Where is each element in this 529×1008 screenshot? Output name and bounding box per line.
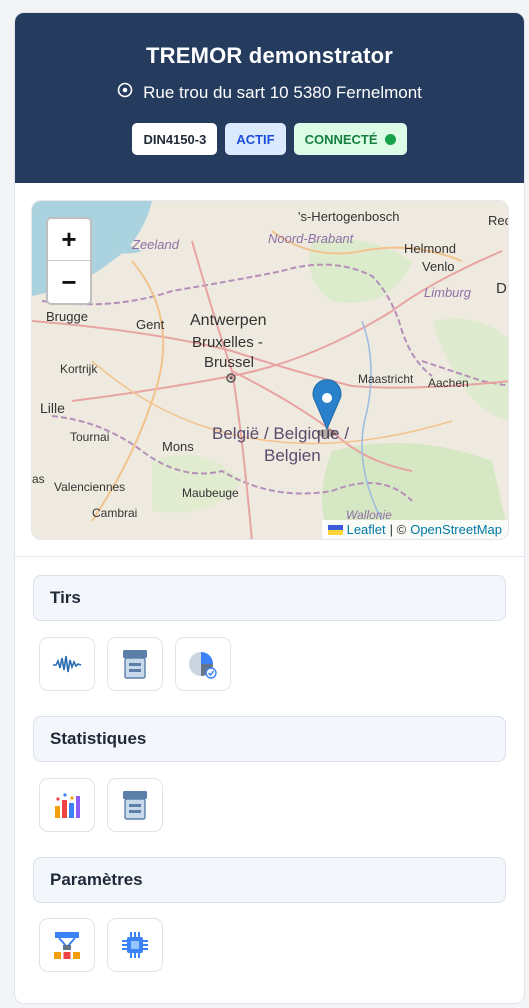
waveform-icon (53, 655, 82, 673)
archive-button[interactable] (107, 637, 163, 691)
active-badge: ACTIF (225, 123, 286, 155)
map-label: 's-Hertogenbosch (298, 209, 399, 224)
attribution-separator: | © (389, 522, 407, 537)
norm-badge: DIN4150-3 (132, 123, 218, 155)
map-label: Helmond (404, 241, 456, 256)
map-canvas[interactable]: 's-Hertogenbosch Rec Zeeland Noord-Braba… (32, 201, 509, 540)
map-label: D (496, 280, 507, 297)
map-label: Cambrai (92, 506, 137, 520)
chip-button[interactable] (107, 918, 163, 972)
map-label: Gent (136, 317, 165, 332)
map-label: Brussel (204, 354, 254, 371)
map-label: Antwerpen (190, 312, 267, 329)
device-address: Rue trou du sart 10 5380 Fernelmont (15, 82, 524, 103)
device-card: TREMOR demonstrator Rue trou du sart 10 … (14, 12, 525, 1004)
map-label: Limburg (424, 285, 472, 300)
location-pin-icon (117, 82, 133, 103)
archive-icon (123, 650, 147, 679)
zoom-out-button[interactable]: − (48, 261, 90, 303)
section-header-statistiques: Statistiques (33, 716, 506, 762)
map-label: Valenciennes (54, 480, 125, 494)
map-label: Lille (40, 400, 65, 416)
leaflet-link[interactable]: Leaflet (347, 522, 386, 537)
map-label: Belgien (264, 446, 321, 465)
map-attribution: Leaflet | © OpenStreetMap (321, 520, 508, 539)
tirs-actions (39, 637, 231, 691)
parametres-actions (39, 918, 163, 972)
hierarchy-icon (54, 932, 80, 959)
map-label: Venlo (422, 259, 455, 274)
pie-chart-icon (189, 652, 217, 679)
bar-chart-button[interactable] (39, 778, 95, 832)
map-label: Rec (488, 213, 509, 228)
map-label: Mons (162, 439, 194, 454)
map-label: as (32, 472, 45, 486)
address-text: Rue trou du sart 10 5380 Fernelmont (143, 82, 422, 102)
status-badges: DIN4150-3 ACTIF CONNECTÉ (15, 123, 524, 155)
bar-chart-icon (55, 793, 80, 818)
map-label: Bruxelles - (192, 334, 263, 351)
device-title: TREMOR demonstrator (145, 43, 394, 68)
zoom-control: + − (46, 217, 92, 305)
map-label: Aachen (428, 376, 469, 390)
archive-icon (123, 791, 147, 820)
map-label: Brugge (46, 309, 88, 324)
section-header-tirs: Tirs (33, 575, 506, 621)
map-label: Kortrijk (60, 362, 98, 376)
map-label: Maastricht (358, 372, 414, 386)
map-label: Maubeuge (182, 486, 239, 500)
hierarchy-button[interactable] (39, 918, 95, 972)
divider (15, 556, 524, 557)
pie-report-button[interactable] (175, 637, 231, 691)
section-header-parametres: Paramètres (33, 857, 506, 903)
chip-icon (122, 932, 148, 958)
map-label: Tournai (70, 430, 109, 444)
card-header: TREMOR demonstrator Rue trou du sart 10 … (15, 13, 524, 183)
ukraine-flag-icon (327, 524, 343, 535)
statistiques-actions (39, 778, 163, 832)
zoom-in-button[interactable]: + (48, 219, 90, 261)
map-view[interactable]: 's-Hertogenbosch Rec Zeeland Noord-Braba… (31, 200, 509, 540)
map-label: Zeeland (131, 237, 180, 252)
connection-badge-label: CONNECTÉ (304, 131, 378, 147)
connection-badge: CONNECTÉ (293, 123, 407, 155)
waveform-button[interactable] (39, 637, 95, 691)
archive-button[interactable] (107, 778, 163, 832)
status-dot-icon (384, 133, 396, 145)
map-label: Noord-Brabant (268, 231, 355, 246)
openstreetmap-link[interactable]: OpenStreetMap (410, 522, 502, 537)
